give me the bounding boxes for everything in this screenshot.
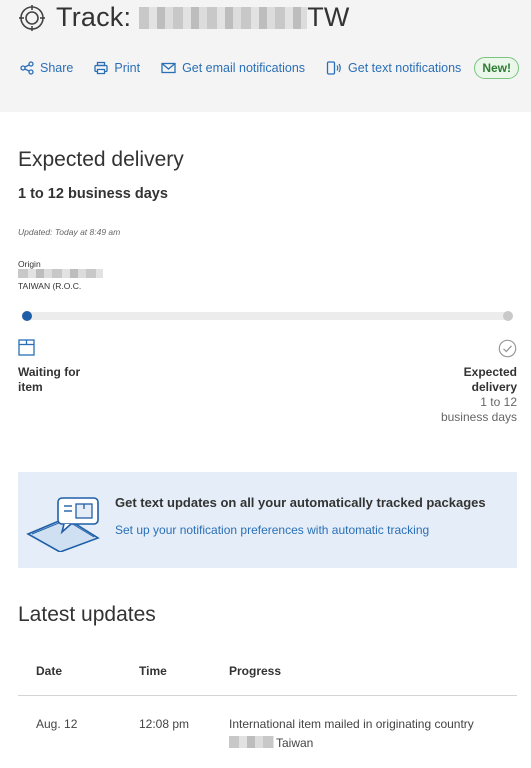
column-header-date: Date (36, 664, 63, 678)
email-notifications-button[interactable]: Get email notifications (161, 61, 305, 75)
status-expected-line1: Expected (463, 365, 517, 379)
share-label: Share (40, 61, 74, 75)
tracking-header: Track: TW Share Print Get email notifica… (0, 0, 531, 112)
text-updates-promo: Get text updates on all your automatical… (18, 472, 517, 568)
column-header-time: Time (139, 664, 167, 678)
redacted-location (229, 736, 274, 748)
column-header-progress: Progress (229, 664, 282, 678)
page-title-prefix: Track: (56, 2, 132, 32)
status-waiting-line2: item (18, 380, 43, 394)
redacted-tracking-number (139, 6, 308, 29)
title-row: Track: TW (18, 2, 350, 33)
redacted-origin-city (18, 269, 103, 278)
checkmark-circle-icon (498, 339, 517, 358)
table-divider (18, 695, 517, 696)
promo-title: Get text updates on all your automatical… (115, 495, 486, 510)
package-icon (18, 339, 35, 356)
status-waiting-line1: Waiting for (18, 365, 81, 379)
status-expected-line2: delivery (471, 380, 517, 394)
origin-country: TAIWAN (R.O.C. (18, 281, 82, 291)
row-date: Aug. 12 (36, 717, 78, 731)
progress-current-dot (22, 311, 32, 321)
progress-track (22, 312, 512, 320)
email-notifications-label: Get email notifications (182, 61, 306, 75)
progress-end-dot (503, 311, 513, 321)
envelope-icon (161, 62, 176, 74)
target-icon (19, 4, 45, 31)
printer-icon (94, 61, 109, 75)
page-title-suffix: TW (307, 2, 350, 32)
latest-updates-heading: Latest updates (18, 603, 156, 626)
status-expected-line4: business days (440, 410, 517, 424)
print-button[interactable]: Print (94, 61, 140, 75)
phone-message-illustration-icon (26, 497, 100, 552)
status-expected-line3: 1 to 12 (480, 395, 517, 409)
action-bar: Share Print Get email notifications Get … (20, 57, 519, 79)
share-icon (20, 61, 34, 75)
origin-label: Origin (18, 259, 41, 269)
new-badge: New! (474, 57, 519, 79)
status-expected: Expected delivery 1 to 12 business days (441, 365, 517, 425)
text-notifications-label: Get text notifications (348, 61, 462, 75)
text-notifications-button[interactable]: Get text notifications (326, 61, 461, 75)
phone-icon (326, 61, 341, 75)
expected-delivery-heading: Expected delivery (18, 148, 184, 171)
row-location: Taiwan (276, 736, 314, 750)
updated-timestamp: Updated: Today at 8:49 am (18, 227, 121, 237)
row-progress: International item mailed in originating… (229, 717, 474, 731)
promo-setup-link[interactable]: Set up your notification preferences wit… (115, 523, 429, 537)
delivery-range: 1 to 12 business days (18, 186, 168, 202)
row-time: 12:08 pm (139, 717, 190, 731)
share-button[interactable]: Share (20, 61, 73, 75)
print-label: Print (114, 61, 141, 75)
status-waiting: Waiting for item (18, 365, 80, 395)
